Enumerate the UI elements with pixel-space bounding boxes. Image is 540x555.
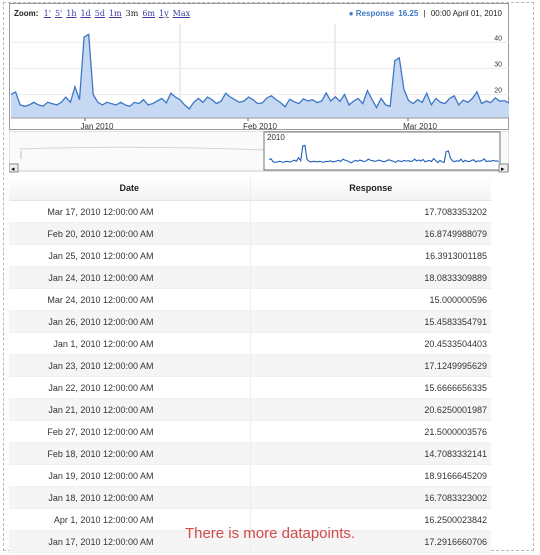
annotated-timeline-chart[interactable]: 40 30 20 Jan 2010 Feb 2010 Mar 2010 Zoom: 1' 5… (9, 3, 510, 131)
table-row[interactable]: Jan 23, 2010 12:00:00 AM 17.1249995629 (9, 354, 491, 377)
column-header-date[interactable]: Date (9, 176, 251, 201)
scroll-left-button[interactable]: ◂ (8, 163, 19, 173)
cell-date: Jan 22, 2010 12:00:00 AM (9, 376, 251, 399)
legend-timestamp: 00:00 April 01, 2010 (430, 9, 502, 18)
cell-date: Mar 17, 2010 12:00:00 AM (9, 200, 251, 223)
legend-series-name: Response (355, 9, 395, 18)
x-tick-label: Feb 2010 (243, 122, 277, 131)
cell-response: 21.5000003576 (250, 420, 491, 443)
range-year-label: 2010 (267, 133, 285, 142)
table-row[interactable]: Feb 18, 2010 12:00:00 AM 14.7083332141 (9, 442, 491, 465)
table-row[interactable]: Jan 24, 2010 12:00:00 AM 18.0833309889 (9, 266, 491, 289)
zoom-option[interactable]: 1d (81, 9, 91, 18)
y-tick-label: 20 (494, 88, 502, 95)
cell-date: Jan 24, 2010 12:00:00 AM (9, 266, 251, 289)
zoom-option[interactable]: 6m (142, 9, 155, 18)
table-row[interactable]: Jan 26, 2010 12:00:00 AM 15.4583354791 (9, 310, 491, 333)
table-row[interactable]: Jan 18, 2010 12:00:00 AM 16.7083323002 (9, 486, 491, 509)
data-table-container: Date Response Mar 17, 2010 12:00:00 AM 17… (9, 176, 491, 553)
cell-date: Jan 1, 2010 12:00:00 AM (9, 332, 251, 355)
data-table: Date Response Mar 17, 2010 12:00:00 AM 17… (9, 176, 491, 553)
zoom-option[interactable]: Max (173, 9, 190, 18)
x-tick-label: Jan 2010 (81, 122, 114, 131)
table-row[interactable]: Jan 21, 2010 12:00:00 AM 20.6250001987 (9, 398, 491, 421)
column-header-response[interactable]: Response (250, 176, 491, 201)
table-row[interactable]: Jan 25, 2010 12:00:00 AM 16.3913001185 (9, 244, 491, 267)
cell-response: 20.6250001987 (250, 398, 491, 421)
zoom-option[interactable]: 5d (95, 9, 105, 18)
cell-date: Jan 18, 2010 12:00:00 AM (9, 486, 251, 509)
chevron-right-icon: ▸ (501, 166, 505, 173)
y-tick-label: 30 (494, 61, 502, 68)
cell-response: 16.7083323002 (250, 486, 491, 509)
cell-response: 14.7083332141 (250, 442, 491, 465)
cell-date: Jan 21, 2010 12:00:00 AM (9, 398, 251, 421)
y-tick-label: 40 (494, 35, 502, 42)
table-row[interactable]: Mar 24, 2010 12:00:00 AM 15.000000596 (9, 288, 491, 311)
table-header-row: Date Response (9, 176, 491, 201)
table-row[interactable]: Jan 1, 2010 12:00:00 AM 20.4533504403 (9, 332, 491, 355)
series-dot-icon: ● (348, 9, 354, 18)
series-area (11, 34, 509, 118)
cell-date: Jan 19, 2010 12:00:00 AM (9, 464, 251, 487)
zoom-option[interactable]: 1h (66, 9, 76, 18)
range-selector[interactable]: 2010 ◂ ▸ (8, 130, 510, 176)
zoom-option[interactable]: 5' (55, 9, 62, 18)
timeline-plot[interactable]: 40 30 20 Jan 2010 Feb 2010 Mar 2010 (10, 4, 510, 131)
more-datapoints-message: There is more datapoints. (184, 525, 356, 542)
scroll-right-button[interactable]: ▸ (498, 163, 509, 173)
cell-response: 15.4583354791 (250, 310, 491, 333)
table-row[interactable]: Jan 19, 2010 12:00:00 AM 18.9166645209 (9, 464, 491, 487)
chevron-left-icon: ◂ (11, 166, 15, 173)
table-row[interactable]: Jan 22, 2010 12:00:00 AM 15.6666656335 (9, 376, 491, 399)
zoom-label: Zoom: (14, 9, 39, 18)
cell-date: Feb 27, 2010 12:00:00 AM (9, 420, 251, 443)
table-row[interactable]: Feb 20, 2010 12:00:00 AM 16.8749988079 (9, 222, 491, 245)
zoom-option[interactable]: 3m (126, 9, 139, 18)
cell-date: Jan 25, 2010 12:00:00 AM (9, 244, 251, 267)
cell-response: 16.8749988079 (250, 222, 491, 245)
series-legend: ● Response 16.25 | 00:00 April 01, 2010 (349, 9, 502, 18)
legend-separator: | (423, 9, 426, 18)
cell-date: Feb 18, 2010 12:00:00 AM (9, 442, 251, 465)
cell-response: 20.4533504403 (250, 332, 491, 355)
cell-date: Jan 26, 2010 12:00:00 AM (9, 310, 251, 333)
table-row[interactable]: Mar 17, 2010 12:00:00 AM 17.7083353202 (9, 200, 491, 223)
zoom-option[interactable]: 1' (44, 9, 51, 18)
range-selector-plot[interactable]: 2010 ◂ ▸ (8, 130, 510, 176)
cell-response: 18.0833309889 (250, 266, 491, 289)
legend-series-value: 16.25 (398, 9, 419, 18)
x-tick-label: Mar 2010 (403, 122, 437, 131)
cell-date: Jan 23, 2010 12:00:00 AM (9, 354, 251, 377)
range-window[interactable] (263, 131, 501, 171)
cell-date: Feb 20, 2010 12:00:00 AM (9, 222, 251, 245)
cell-response: 17.7083353202 (250, 200, 491, 223)
cell-response: 18.9166645209 (250, 464, 491, 487)
cell-response: 15.6666656335 (250, 376, 491, 399)
cell-response: 15.000000596 (250, 288, 491, 311)
zoom-option[interactable]: 1y (159, 9, 169, 18)
zoom-controls: Zoom: 1' 5' 1h 1d 5d 1m 3m 6m 1y Max (14, 9, 194, 18)
zoom-option[interactable]: 1m (109, 9, 122, 18)
cell-response: 16.3913001185 (250, 244, 491, 267)
table-row[interactable]: Feb 27, 2010 12:00:00 AM 21.5000003576 (9, 420, 491, 443)
cell-response: 17.1249995629 (250, 354, 491, 377)
cell-date: Mar 24, 2010 12:00:00 AM (9, 288, 251, 311)
